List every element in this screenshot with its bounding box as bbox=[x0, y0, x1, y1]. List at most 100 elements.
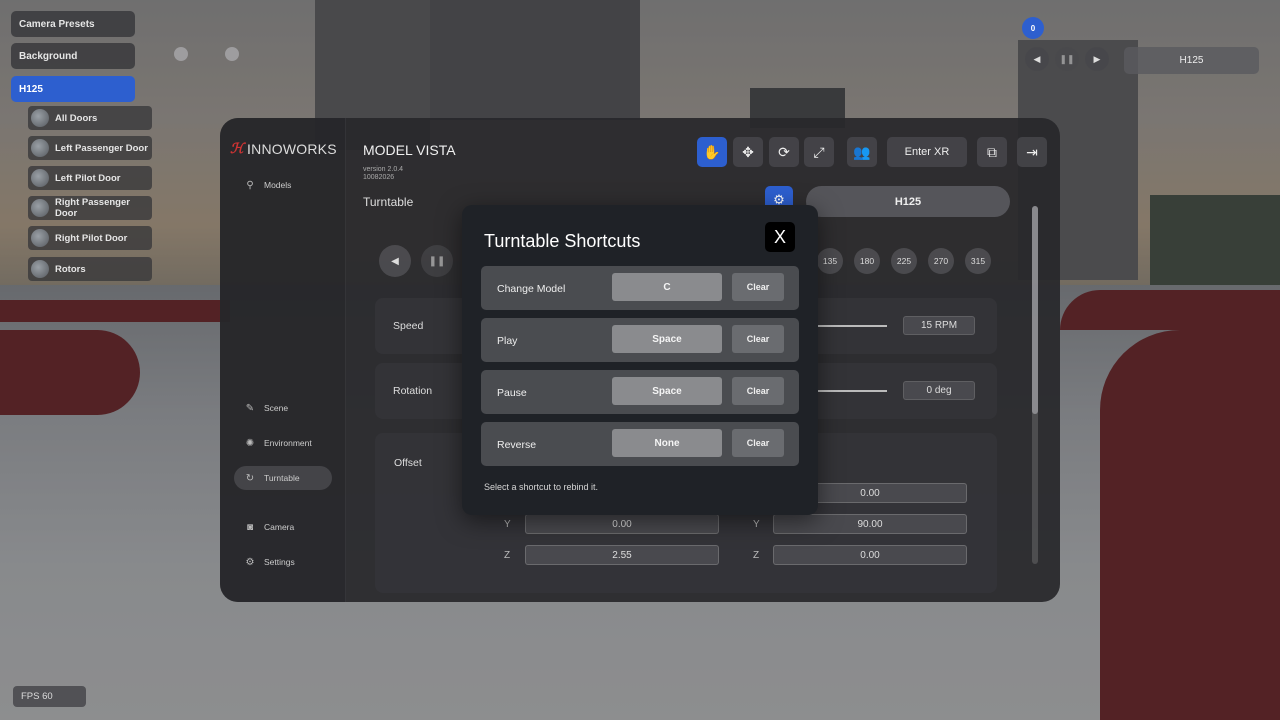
shortcut-key-button[interactable]: Space bbox=[612, 325, 722, 353]
part-thumbnail bbox=[31, 260, 49, 278]
shortcut-key-button[interactable]: C bbox=[612, 273, 722, 301]
shortcut-label: Change Model bbox=[497, 283, 566, 295]
timeline-step[interactable] bbox=[1174, 17, 1196, 39]
model-h125-button[interactable]: H125 bbox=[11, 76, 135, 102]
sidebar-item-label: Settings bbox=[264, 557, 295, 567]
background-button[interactable]: Background bbox=[11, 43, 135, 69]
shortcut-clear-button[interactable]: Clear bbox=[732, 377, 784, 405]
offset-right-y-field[interactable]: 90.00 bbox=[773, 514, 967, 534]
offset-left-z-field[interactable]: 2.55 bbox=[525, 545, 719, 565]
part-all-doors[interactable]: All Doors bbox=[28, 106, 152, 130]
rotate-tool-button[interactable]: ⟳ bbox=[769, 137, 799, 167]
shortcut-key-button[interactable]: None bbox=[612, 429, 722, 457]
timeline-step[interactable] bbox=[1204, 17, 1226, 39]
sidebar-item-models[interactable]: ⚲ Models bbox=[234, 173, 332, 197]
exit-button[interactable]: ⇥ bbox=[1017, 137, 1047, 167]
sidebar-item-camera[interactable]: ◙ Camera bbox=[234, 515, 332, 539]
part-label: All Doors bbox=[55, 112, 98, 124]
timeline-model-label: H125 bbox=[1124, 47, 1259, 74]
enter-xr-button[interactable]: Enter XR bbox=[887, 137, 967, 167]
turntable-model-selector[interactable]: H125 bbox=[806, 186, 1010, 217]
shortcuts-modal: Turntable Shortcuts X Change Model C Cle… bbox=[462, 205, 818, 515]
modal-close-button[interactable]: X bbox=[765, 222, 795, 252]
part-label: Right Passenger Door bbox=[55, 197, 130, 219]
timeline-prev-button[interactable]: ◀ bbox=[1025, 47, 1049, 71]
sidebar-item-settings[interactable]: ⚙ Settings bbox=[234, 550, 332, 574]
turntable-pause-button[interactable]: ❚❚ bbox=[421, 245, 453, 277]
axis-z-label: Z bbox=[753, 550, 760, 561]
shortcut-label: Pause bbox=[497, 387, 527, 399]
part-right-pilot-door[interactable]: Right Pilot Door bbox=[28, 226, 152, 250]
modal-title: Turntable Shortcuts bbox=[484, 231, 641, 251]
part-thumbnail bbox=[31, 139, 49, 157]
timeline-step-active[interactable]: 0 bbox=[1022, 17, 1044, 39]
timeline-step[interactable] bbox=[1114, 17, 1136, 39]
part-label: Right Pilot Door bbox=[55, 232, 128, 244]
scene-icon: ✎ bbox=[245, 402, 255, 414]
rotation-label: Rotation bbox=[393, 385, 433, 397]
rotation-value[interactable]: 0 deg bbox=[903, 381, 975, 400]
shortcut-row-change-model: Change Model C Clear bbox=[481, 266, 799, 310]
models-icon: ⚲ bbox=[246, 179, 254, 191]
hotspot-marker[interactable] bbox=[174, 47, 188, 61]
timeline-step[interactable] bbox=[1234, 17, 1256, 39]
rotation-slider[interactable] bbox=[815, 390, 887, 392]
sidebar-item-label: Camera bbox=[264, 522, 295, 532]
shortcut-key-button[interactable]: Space bbox=[612, 377, 722, 405]
turntable-icon: ↻ bbox=[245, 472, 255, 484]
shortcut-clear-button[interactable]: Clear bbox=[732, 429, 784, 457]
angle-preset[interactable]: 180 bbox=[854, 248, 880, 274]
sidebar-item-turntable[interactable]: ↻ Turntable bbox=[234, 466, 332, 490]
scrollbar-thumb[interactable] bbox=[1032, 206, 1038, 414]
users-button[interactable]: 👥 bbox=[847, 137, 877, 167]
offset-label: Offset bbox=[394, 457, 422, 469]
axis-y-label: Y bbox=[753, 519, 760, 530]
copy-button[interactable]: ⧉ bbox=[977, 137, 1007, 167]
angle-preset[interactable]: 315 bbox=[965, 248, 991, 274]
environment-icon: ✺ bbox=[245, 437, 255, 449]
part-left-passenger-door[interactable]: Left Passenger Door bbox=[28, 136, 152, 160]
rotate-icon: ⟳ bbox=[778, 143, 790, 160]
part-left-pilot-door[interactable]: Left Pilot Door bbox=[28, 166, 152, 190]
offset-right-z-field[interactable]: 0.00 bbox=[773, 545, 967, 565]
hand-tool-button[interactable]: ✋ bbox=[697, 137, 727, 167]
sidebar-item-scene[interactable]: ✎ Scene bbox=[234, 396, 332, 420]
part-thumbnail bbox=[31, 169, 49, 187]
triangle-right-icon: ▶ bbox=[1093, 53, 1101, 64]
sidebar-item-label: Models bbox=[264, 180, 292, 190]
part-thumbnail bbox=[31, 109, 49, 127]
panel-scrollbar[interactable] bbox=[1032, 206, 1038, 564]
hotspot-marker[interactable] bbox=[225, 47, 239, 61]
angle-preset[interactable]: 225 bbox=[891, 248, 917, 274]
triangle-left-icon: ◀ bbox=[1033, 53, 1041, 64]
section-title: Turntable bbox=[363, 195, 414, 209]
move-icon: ✥ bbox=[742, 143, 754, 160]
speed-value[interactable]: 15 RPM bbox=[903, 316, 975, 335]
expand-tool-button[interactable]: ⤢ bbox=[804, 137, 834, 167]
hand-icon: ✋ bbox=[703, 143, 721, 160]
timeline-step[interactable] bbox=[1144, 17, 1166, 39]
timeline-pause-button[interactable]: ❚❚ bbox=[1055, 47, 1079, 71]
brand-name: INNOWORKS bbox=[247, 140, 337, 157]
timeline-step[interactable] bbox=[1084, 17, 1106, 39]
angle-preset[interactable]: 135 bbox=[817, 248, 843, 274]
move-tool-button[interactable]: ✥ bbox=[733, 137, 763, 167]
sidebar: ℋ INNOWORKS ⚲ Models ✎ Scene ✺ Environme… bbox=[220, 118, 346, 602]
offset-left-y-field[interactable]: 0.00 bbox=[525, 514, 719, 534]
timeline-next-button[interactable]: ▶ bbox=[1085, 47, 1109, 71]
angle-preset[interactable]: 270 bbox=[928, 248, 954, 274]
timeline-step[interactable] bbox=[1054, 17, 1076, 39]
speed-slider[interactable] bbox=[815, 325, 887, 327]
part-rotors[interactable]: Rotors bbox=[28, 257, 152, 281]
shortcut-clear-button[interactable]: Clear bbox=[732, 325, 784, 353]
shortcut-clear-button[interactable]: Clear bbox=[732, 273, 784, 301]
sidebar-item-environment[interactable]: ✺ Environment bbox=[234, 431, 332, 455]
sidebar-item-label: Scene bbox=[264, 403, 289, 413]
part-right-passenger-door[interactable]: Right Passenger Door bbox=[28, 196, 152, 220]
version-text: version 2.0.4 bbox=[363, 166, 404, 173]
shortcut-label: Play bbox=[497, 335, 518, 347]
turntable-reverse-button[interactable]: ◀ bbox=[379, 245, 411, 277]
exit-icon: ⇥ bbox=[1026, 143, 1038, 160]
camera-presets-button[interactable]: Camera Presets bbox=[11, 11, 135, 37]
part-thumbnail bbox=[31, 199, 49, 217]
